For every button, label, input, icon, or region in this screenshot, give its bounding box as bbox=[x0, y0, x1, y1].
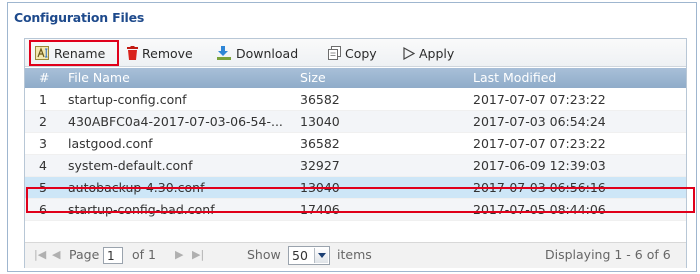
row-modified: 2017-07-05 08:44:06 bbox=[473, 202, 606, 217]
items-label: items bbox=[337, 247, 372, 262]
last-page-icon[interactable]: ▶| bbox=[192, 248, 204, 261]
play-outline-icon bbox=[403, 46, 415, 60]
table-row[interactable]: 4 system-default.conf 32927 2017-06-09 1… bbox=[25, 155, 686, 177]
row-size: 13040 bbox=[300, 180, 340, 195]
row-num: 3 bbox=[39, 136, 47, 151]
row-size: 17406 bbox=[300, 202, 340, 217]
page-size-select[interactable]: 50 bbox=[288, 246, 330, 265]
remove-label: Remove bbox=[142, 45, 193, 61]
row-file-name: lastgood.conf bbox=[68, 136, 153, 151]
rename-label: Rename bbox=[54, 45, 106, 61]
download-button[interactable]: Download bbox=[216, 43, 298, 63]
col-modified-header[interactable]: Last Modified bbox=[473, 70, 556, 85]
section-title: Configuration Files bbox=[14, 10, 145, 25]
copy-icon bbox=[328, 46, 341, 60]
row-modified: 2017-07-03 06:56:16 bbox=[473, 180, 606, 195]
copy-label: Copy bbox=[345, 45, 377, 61]
row-size: 32927 bbox=[300, 158, 340, 173]
row-num: 4 bbox=[39, 158, 47, 173]
download-icon bbox=[217, 46, 231, 60]
copy-button[interactable]: Copy bbox=[328, 43, 377, 63]
trash-icon bbox=[127, 46, 138, 60]
apply-button[interactable]: Apply bbox=[403, 43, 454, 63]
next-page-icon[interactable]: ▶ bbox=[175, 248, 183, 261]
table-row[interactable]: 6 startup-config-bad.conf 17406 2017-07-… bbox=[25, 199, 686, 221]
pagination-bar: |◀ ◀ Page of 1 ▶ ▶| Show 50 items Displa… bbox=[25, 242, 686, 268]
row-modified: 2017-06-09 12:39:03 bbox=[473, 158, 606, 173]
prev-page-icon[interactable]: ◀ bbox=[52, 248, 60, 261]
row-num: 1 bbox=[39, 92, 47, 107]
page-of-label: of 1 bbox=[132, 247, 156, 262]
row-file-name: startup-config-bad.conf bbox=[68, 202, 215, 217]
row-size: 36582 bbox=[300, 92, 340, 107]
row-file-name: system-default.conf bbox=[68, 158, 193, 173]
rename-button[interactable]: Rename bbox=[35, 43, 105, 63]
download-label: Download bbox=[236, 45, 299, 61]
displaying-summary: Displaying 1 - 6 of 6 bbox=[545, 247, 671, 262]
remove-button[interactable]: Remove bbox=[127, 43, 193, 63]
row-modified: 2017-07-07 07:23:22 bbox=[473, 92, 606, 107]
col-size-header[interactable]: Size bbox=[300, 70, 326, 85]
row-size: 36582 bbox=[300, 136, 340, 151]
col-name-header[interactable]: File Name bbox=[68, 70, 130, 85]
row-file-name: autobackup-4.30.conf bbox=[68, 180, 205, 195]
first-page-icon[interactable]: |◀ bbox=[34, 248, 46, 261]
apply-label: Apply bbox=[419, 45, 455, 61]
page-size-value: 50 bbox=[292, 248, 308, 263]
configuration-files-panel: Rename Remove Download Copy Apply # File… bbox=[24, 38, 687, 268]
table-row-selected[interactable]: 5 autobackup-4.30.conf 13040 2017-07-03 … bbox=[25, 177, 686, 199]
grid-header: # File Name Size Last Modified bbox=[25, 68, 686, 88]
row-size: 13040 bbox=[300, 114, 340, 129]
row-num: 6 bbox=[39, 202, 47, 217]
row-modified: 2017-07-07 07:23:22 bbox=[473, 136, 606, 151]
toolbar: Rename Remove Download Copy Apply bbox=[25, 39, 686, 67]
row-num: 5 bbox=[39, 180, 47, 195]
page-label: Page bbox=[69, 247, 100, 262]
table-row[interactable]: 2 430ABFC0a4-2017-07-03-06-54-... 13040 … bbox=[25, 111, 686, 133]
rename-icon bbox=[35, 46, 49, 60]
row-file-name: 430ABFC0a4-2017-07-03-06-54-... bbox=[68, 114, 283, 129]
show-label: Show bbox=[247, 247, 281, 262]
row-num: 2 bbox=[39, 114, 47, 129]
page-number-input[interactable] bbox=[103, 247, 123, 264]
row-modified: 2017-07-03 06:54:24 bbox=[473, 114, 606, 129]
chevron-down-icon[interactable] bbox=[314, 248, 328, 263]
col-num-header[interactable]: # bbox=[39, 70, 49, 85]
table-row[interactable]: 1 startup-config.conf 36582 2017-07-07 0… bbox=[25, 89, 686, 111]
table-row[interactable]: 3 lastgood.conf 36582 2017-07-07 07:23:2… bbox=[25, 133, 686, 155]
row-file-name: startup-config.conf bbox=[68, 92, 187, 107]
